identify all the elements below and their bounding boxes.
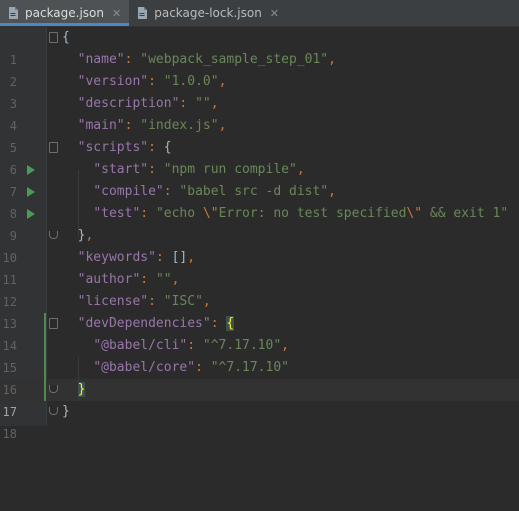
tab-package-lock-json[interactable]: package-lock.json ✕	[129, 0, 287, 26]
code-line[interactable]: 17 }	[0, 379, 519, 419]
code-line[interactable]: 18 }	[0, 401, 519, 441]
line-number: 18	[2, 427, 17, 441]
json-key: "license"	[77, 294, 149, 309]
run-script-icon[interactable]	[27, 165, 35, 175]
colon: :	[124, 52, 141, 67]
json-value: "npm run compile"	[163, 162, 297, 177]
json-key: "@babel/cli"	[93, 338, 188, 353]
close-icon[interactable]: ✕	[270, 7, 279, 20]
fold-end-marker-icon[interactable]	[49, 407, 58, 415]
json-key: "keywords"	[77, 250, 156, 265]
brace: {	[62, 30, 70, 45]
comma: ,	[218, 74, 227, 89]
comma: ,	[296, 162, 305, 177]
colon: :	[155, 250, 172, 265]
code-line[interactable]: 13 "license": "ISC",	[0, 291, 519, 331]
json-value: "babel src -d dist"	[179, 184, 329, 199]
comma: ,	[281, 338, 289, 353]
code-line[interactable]: 4 "description": "",	[0, 93, 519, 133]
comma: ,	[328, 184, 336, 199]
colon: :	[124, 118, 141, 133]
colon: :	[195, 360, 211, 375]
json-key: "test"	[93, 206, 141, 221]
fold-marker-icon[interactable]	[49, 142, 58, 153]
fold-marker-icon[interactable]	[49, 318, 58, 329]
colon: :	[163, 184, 180, 199]
json-key: "author"	[77, 272, 141, 287]
code-line[interactable]: 8 "compile": "babel src -d dist",	[0, 181, 519, 221]
json-value: "^7.17.10"	[202, 338, 282, 353]
colon: :	[140, 272, 156, 287]
json-key: "name"	[77, 52, 125, 67]
json-key: "scripts"	[77, 140, 149, 155]
close-icon[interactable]: ✕	[112, 7, 121, 20]
code-line[interactable]: 9 "test": "echo \"Error: no test specifi…	[0, 203, 519, 243]
matched-brace: }	[77, 382, 86, 397]
json-value: "echo	[155, 206, 203, 221]
code-line[interactable]: 14 "devDependencies": {	[0, 313, 519, 353]
colon: :	[210, 316, 227, 331]
comma: ,	[187, 250, 196, 265]
code-line[interactable]: 6 "scripts": {	[0, 137, 519, 177]
code-line[interactable]: 1 {	[0, 27, 519, 67]
json-key: "@babel/core"	[93, 360, 196, 375]
tab-label: package-lock.json	[154, 6, 262, 20]
comma: ,	[85, 228, 94, 243]
tab-label: package.json	[25, 6, 105, 20]
code-line[interactable]: 16 "@babel/core": "^7.17.10"	[0, 357, 519, 397]
json-key: "version"	[77, 74, 149, 89]
code-line[interactable]: 15 "@babel/cli": "^7.17.10",	[0, 335, 519, 375]
colon: :	[148, 162, 164, 177]
json-key: "compile"	[93, 184, 164, 199]
colon: :	[179, 96, 196, 111]
editor-tab-bar: package.json ✕ package-lock.json ✕	[0, 0, 519, 27]
json-key: "start"	[93, 162, 149, 177]
comma: ,	[210, 96, 219, 111]
code-line[interactable]: 12 "author": "",	[0, 269, 519, 309]
code-editor[interactable]: 1 { 2 "name": "webpack_sample_step_01", …	[0, 27, 519, 441]
comma: ,	[202, 294, 211, 309]
json-key: "description"	[77, 96, 180, 111]
escape-sequence: \"	[406, 206, 423, 221]
fold-marker-icon[interactable]	[49, 32, 58, 43]
code-line[interactable]: 2 "name": "webpack_sample_step_01",	[0, 49, 519, 89]
code-line[interactable]: 10 },	[0, 225, 519, 265]
colon: :	[148, 140, 164, 155]
escape-sequence: \"	[202, 206, 219, 221]
json-value: "1.0.0"	[163, 74, 219, 89]
code-line[interactable]: 7 "start": "npm run compile",	[0, 159, 519, 199]
code-line[interactable]: 5 "main": "index.js",	[0, 115, 519, 155]
json-value: ""	[195, 96, 211, 111]
json-file-icon	[135, 6, 149, 20]
code-line[interactable]: 11 "keywords": [],	[0, 247, 519, 287]
json-value: "index.js"	[140, 118, 219, 133]
colon: :	[140, 206, 156, 221]
fold-end-marker-icon[interactable]	[49, 231, 58, 239]
tab-package-json[interactable]: package.json ✕	[0, 0, 130, 26]
comma: ,	[218, 118, 227, 133]
json-value: "^7.17.10"	[210, 360, 289, 375]
json-value: "ISC"	[163, 294, 203, 309]
colon: :	[148, 74, 164, 89]
brace: }	[62, 404, 70, 419]
fold-end-marker-icon[interactable]	[49, 385, 58, 393]
json-value: Error: no test specified	[218, 206, 407, 221]
comma: ,	[171, 272, 180, 287]
json-value: && exit 1"	[422, 206, 509, 221]
brace: {	[163, 140, 172, 155]
run-script-icon[interactable]	[27, 209, 35, 219]
run-script-icon[interactable]	[27, 187, 35, 197]
json-key: "devDependencies"	[77, 316, 211, 331]
comma: ,	[328, 52, 336, 67]
colon: :	[148, 294, 164, 309]
code-line[interactable]: 3 "version": "1.0.0",	[0, 71, 519, 111]
json-value: ""	[155, 272, 172, 287]
json-value: "webpack_sample_step_01"	[140, 52, 329, 67]
matched-brace: {	[226, 316, 235, 331]
json-file-icon	[6, 6, 20, 20]
json-key: "main"	[77, 118, 125, 133]
colon: :	[187, 338, 203, 353]
json-value: []	[171, 250, 188, 265]
